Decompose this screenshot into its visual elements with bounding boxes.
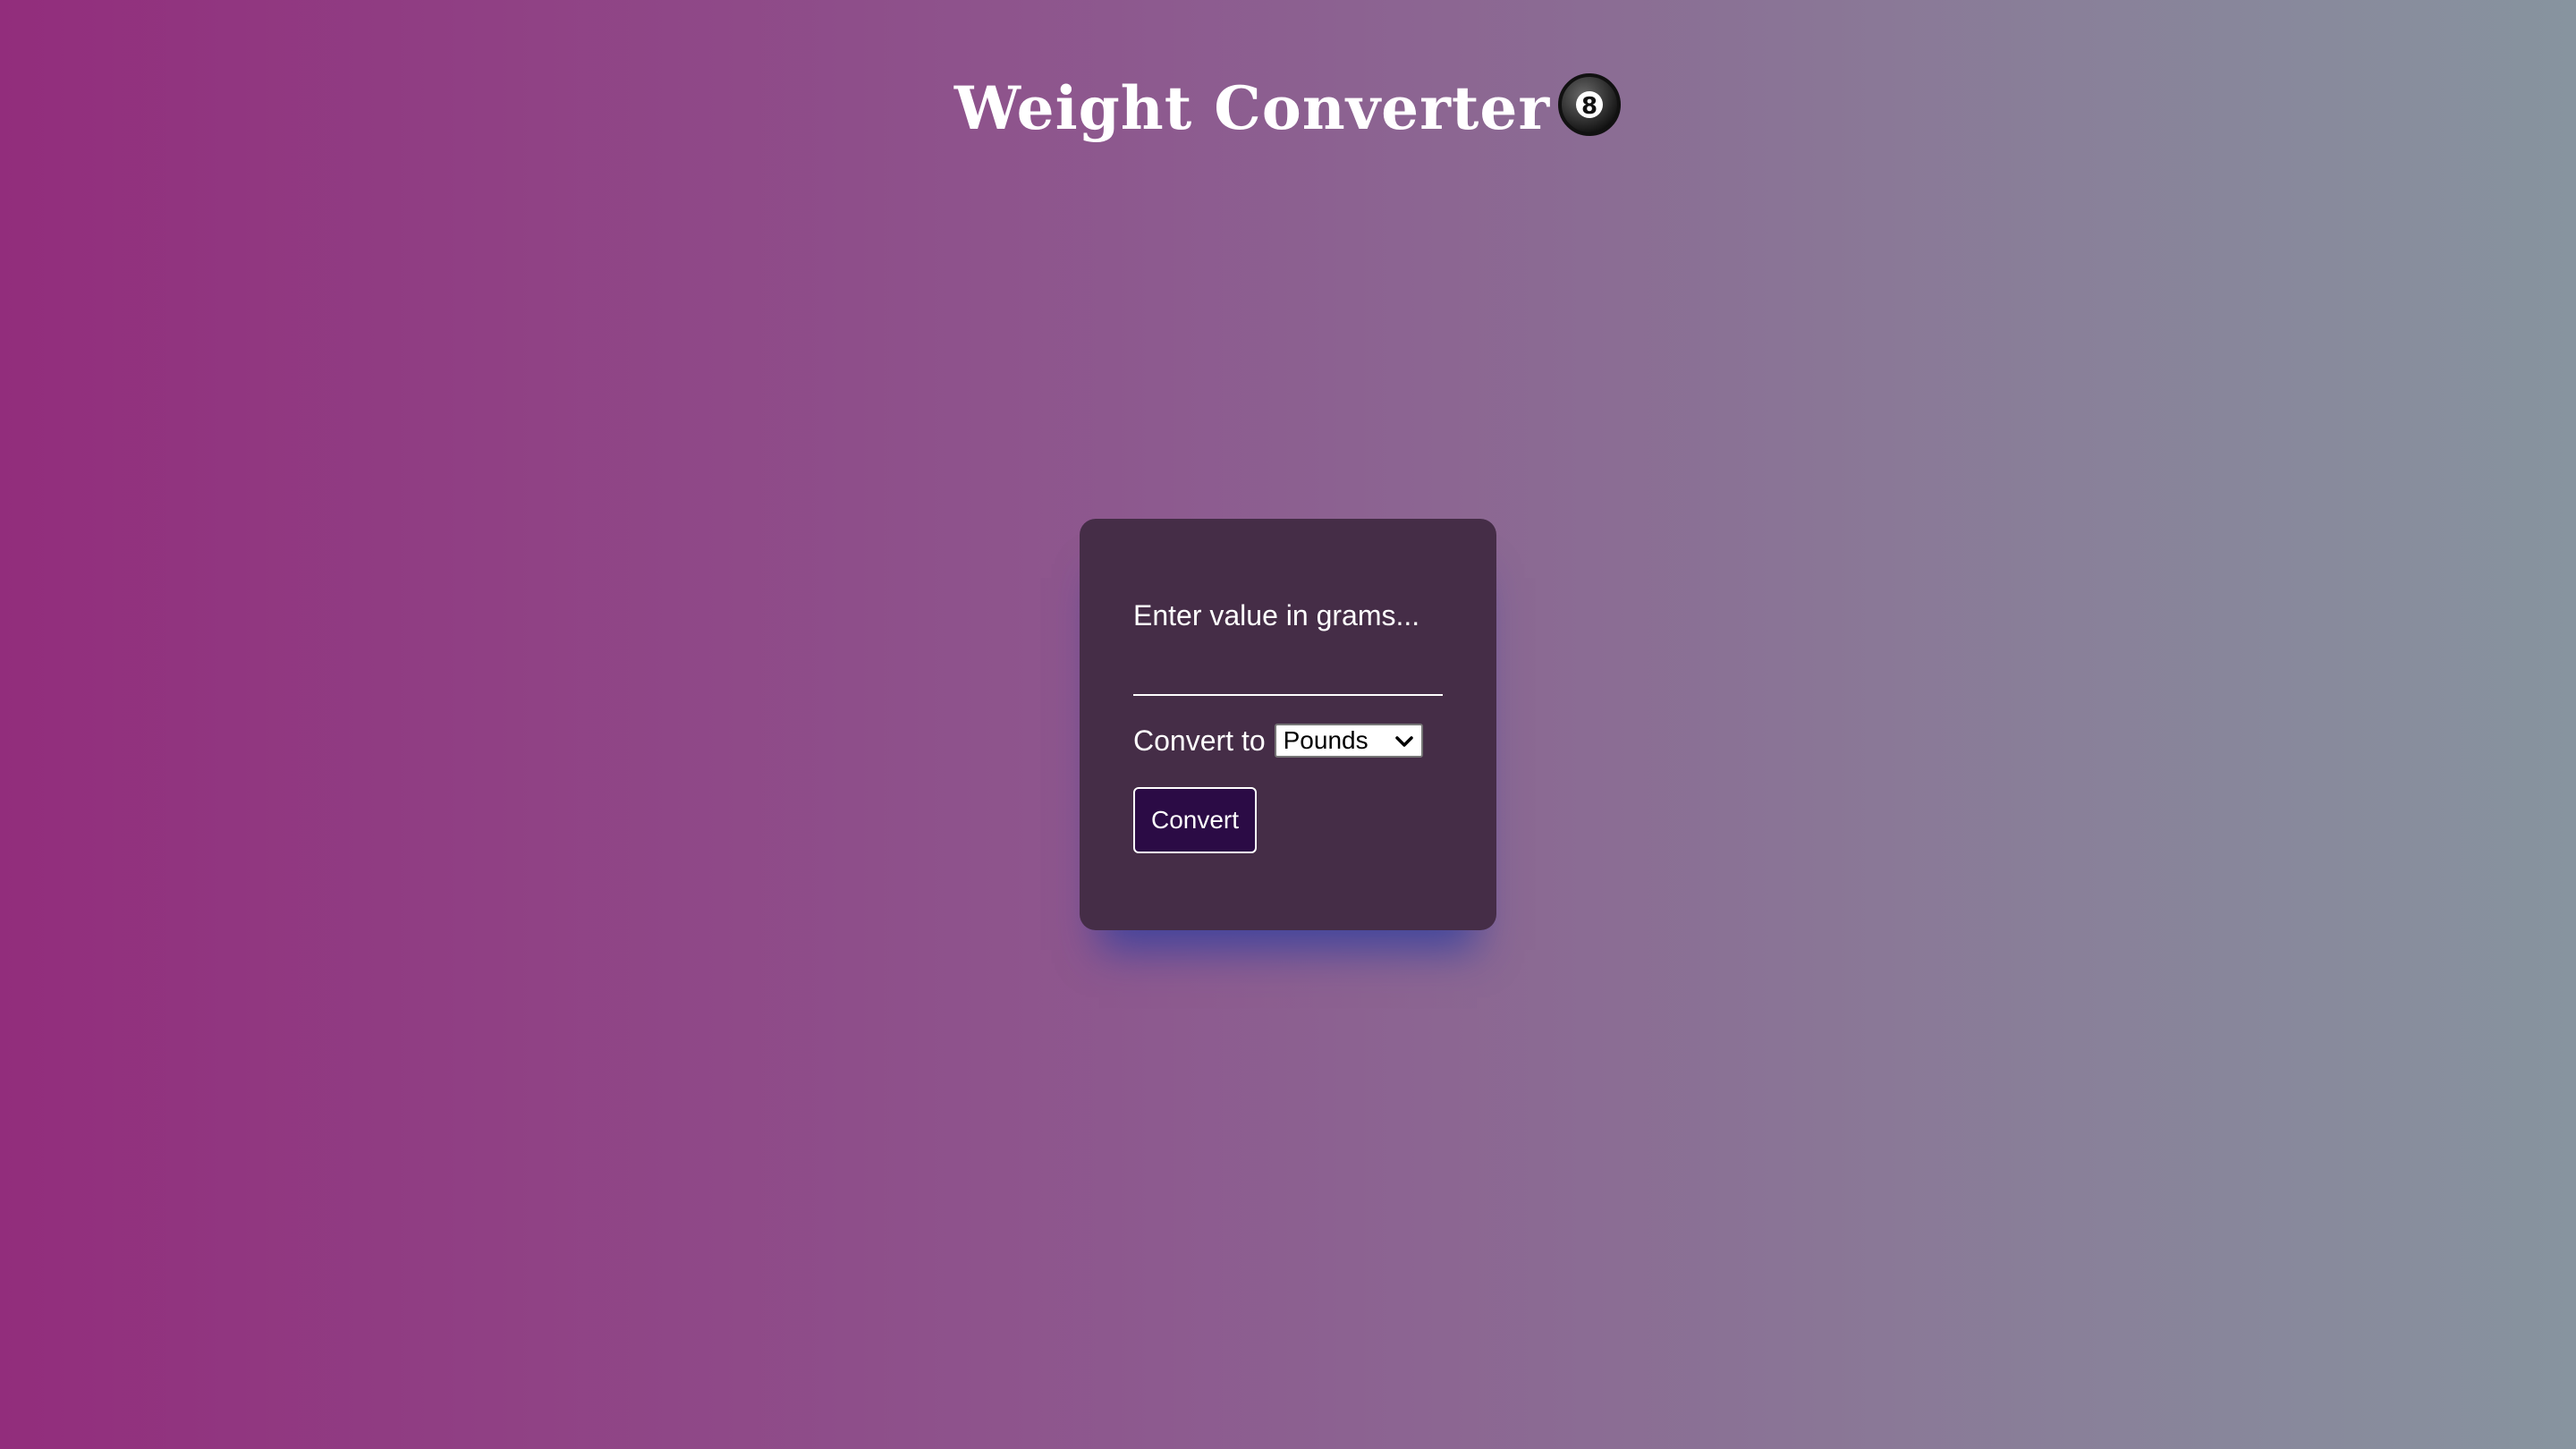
converter-card: Enter value in grams... Convert to Pound… (1080, 519, 1496, 930)
ball-number: 8 (1581, 93, 1597, 120)
page-title-text: Weight Converter (953, 73, 1551, 143)
8-ball-icon-graphic: 8 (1558, 73, 1622, 136)
unit-select-value: Pounds (1283, 726, 1368, 754)
convert-to-label: Convert to (1133, 724, 1266, 757)
convert-button[interactable]: Convert (1133, 787, 1257, 853)
convert-row: Convert to Pounds (1133, 721, 1423, 760)
8-ball-icon: 8 (1557, 72, 1622, 137)
page-title: Weight Converter 8 (0, 63, 2576, 148)
value-label: Enter value in grams... (1133, 599, 1420, 631)
unit-select[interactable]: Pounds (1274, 724, 1423, 758)
chevron-down-icon (1394, 736, 1413, 747)
grams-input[interactable] (1133, 644, 1443, 696)
